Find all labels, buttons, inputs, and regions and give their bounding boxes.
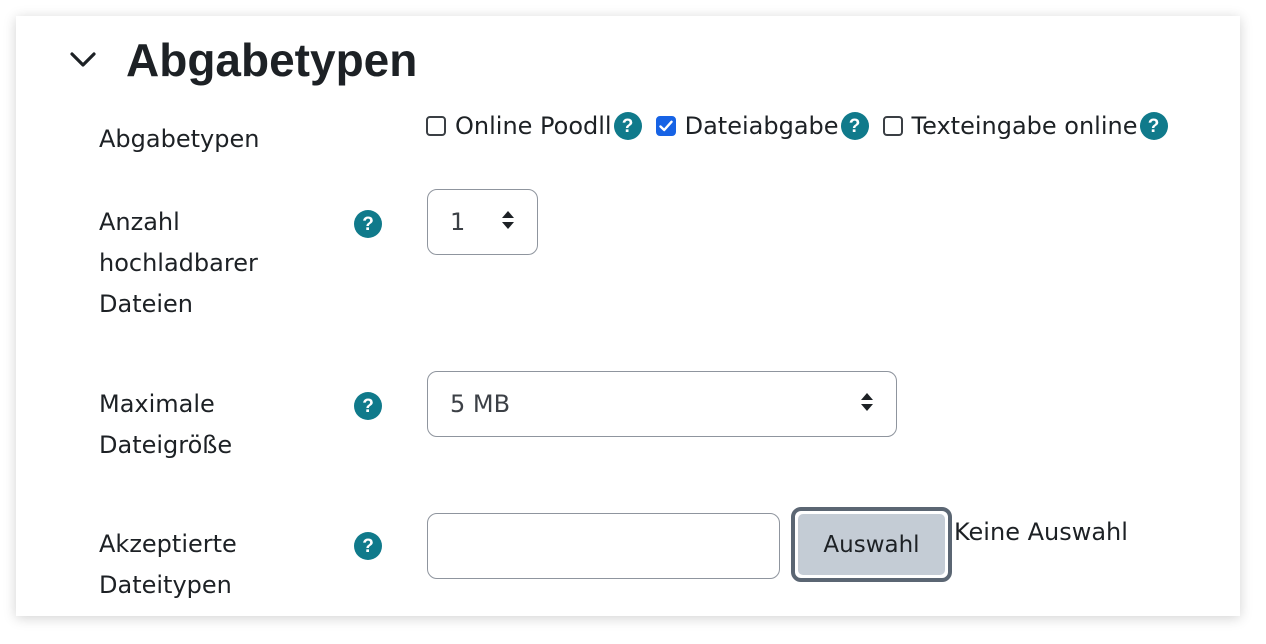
label-line: Dateien [99, 290, 194, 318]
choose-button[interactable]: Auswahl [798, 514, 945, 575]
option-online-poodll: Online Poodll ? [426, 112, 642, 140]
label-line: Anzahl [99, 208, 180, 236]
form-card: Abgabetypen Abgabetypen Online Poodll ? … [16, 16, 1240, 616]
checkbox-online-poodll[interactable] [426, 116, 446, 136]
accepted-types-input[interactable] [427, 513, 780, 579]
help-icon[interactable]: ? [354, 210, 382, 238]
option-label: Online Poodll [455, 112, 612, 140]
chevron-down-icon[interactable] [68, 45, 98, 75]
max-files-select[interactable]: 1 [427, 189, 538, 255]
option-label: Dateiabgabe [684, 112, 839, 140]
checkbox-dateiabgabe[interactable] [655, 116, 676, 136]
max-size-label: Maximale Dateigröße [99, 384, 232, 466]
max-files-label: Anzahl hochladbarer Dateien [99, 202, 258, 325]
submission-types-label: Abgabetypen [99, 125, 260, 153]
option-texteingabe-online: Texteingabe online ? [882, 112, 1168, 140]
max-size-select[interactable]: 5 MB [427, 371, 897, 437]
sort-arrows-icon [501, 208, 515, 236]
section-title: Abgabetypen [126, 34, 418, 86]
section-header[interactable]: Abgabetypen [68, 34, 417, 86]
label-line: Dateitypen [99, 571, 232, 599]
label-line: Akzeptierte [99, 530, 237, 558]
option-label: Texteingabe online [911, 112, 1138, 140]
option-dateiabgabe: Dateiabgabe ? [655, 112, 869, 140]
label-line: Maximale [99, 390, 215, 418]
checkmark-icon [658, 120, 673, 132]
sort-arrows-icon [860, 390, 874, 418]
accepted-types-label: Akzeptierte Dateitypen [99, 524, 237, 606]
label-line: hochladbarer [99, 249, 258, 277]
help-icon[interactable]: ? [354, 532, 382, 560]
help-icon[interactable]: ? [354, 392, 382, 420]
submission-types-group: Online Poodll ? Dateiabgabe ? Texteingab… [426, 112, 1182, 140]
select-value: 1 [450, 208, 466, 236]
select-value: 5 MB [450, 390, 511, 418]
help-icon[interactable]: ? [613, 112, 642, 140]
label-line: Dateigröße [99, 431, 233, 459]
choose-button-focus-ring: Auswahl [791, 507, 952, 582]
selection-status: Keine Auswahl [954, 518, 1128, 546]
help-icon[interactable]: ? [1139, 112, 1168, 140]
help-icon[interactable]: ? [840, 112, 869, 140]
checkbox-texteingabe-online[interactable] [882, 116, 903, 136]
